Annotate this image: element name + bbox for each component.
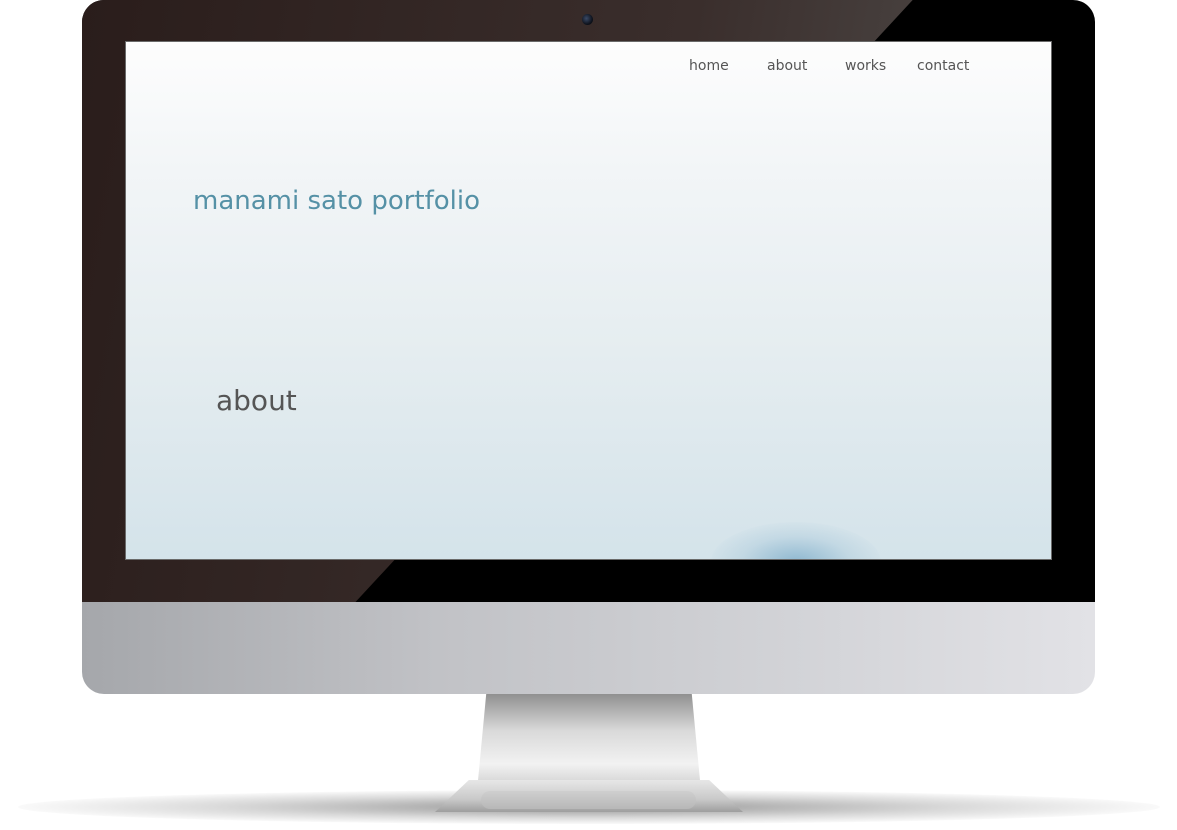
camera-icon	[582, 14, 593, 25]
section-heading-about: about	[216, 384, 297, 417]
nav-item-works[interactable]: works	[845, 58, 886, 74]
monitor-chin	[82, 596, 1095, 694]
monitor-stand-neck	[477, 692, 701, 788]
screen-glow	[711, 522, 881, 559]
nav-item-about[interactable]: about	[767, 58, 807, 74]
website-screen: home about works contact manami sato por…	[125, 41, 1052, 560]
nav-item-home[interactable]: home	[689, 58, 729, 74]
main-nav: home about works contact	[126, 58, 1051, 82]
monitor-stand-base-inset	[481, 791, 696, 809]
site-title: manami sato portfolio	[193, 186, 481, 216]
desktop-mockup: home about works contact manami sato por…	[0, 0, 1177, 830]
nav-item-contact[interactable]: contact	[917, 58, 969, 74]
